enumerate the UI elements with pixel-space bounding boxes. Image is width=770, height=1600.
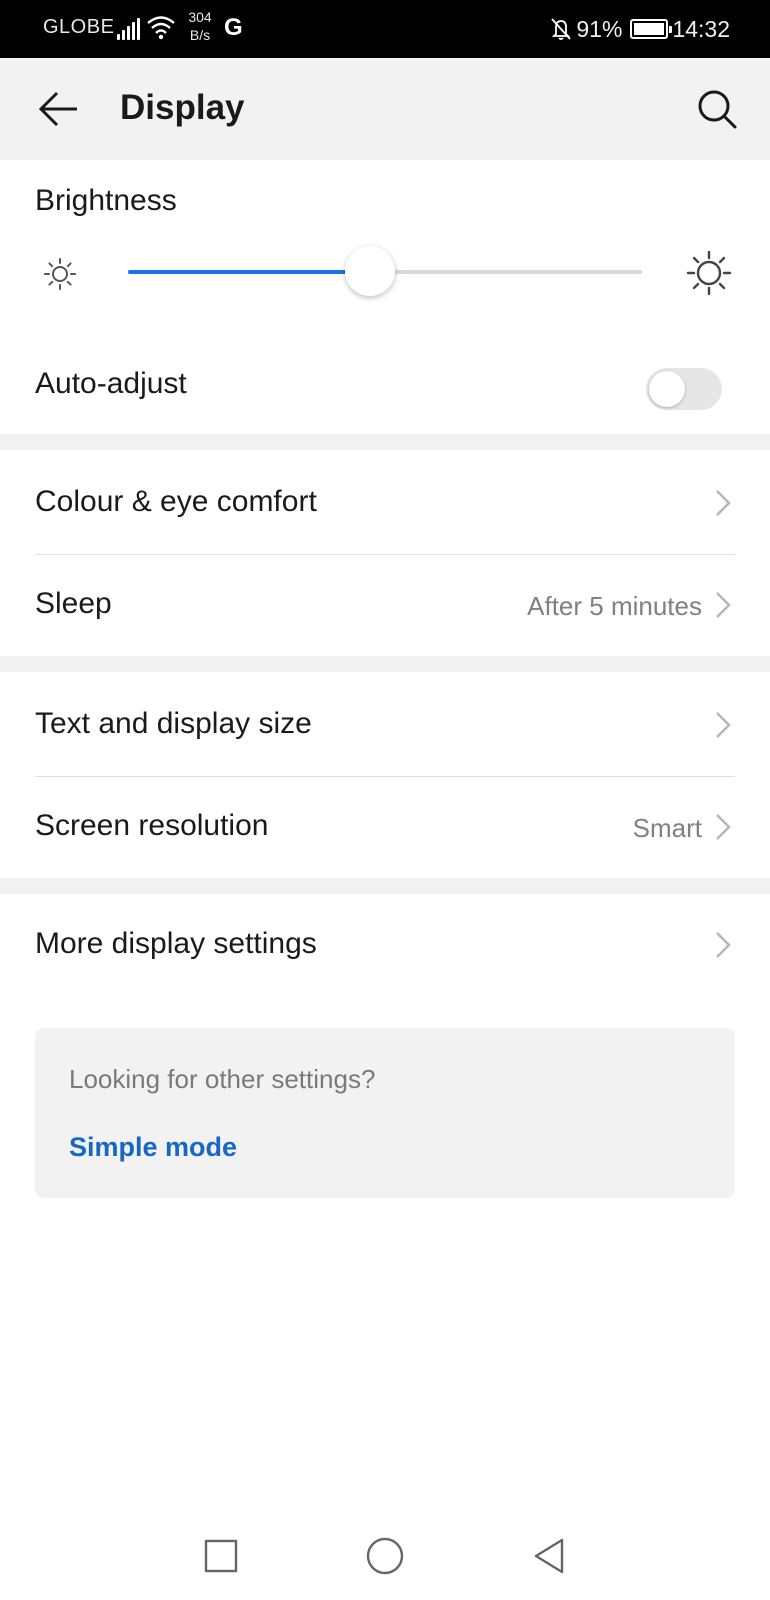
chevron-right-icon: [716, 490, 731, 516]
auto-adjust-row[interactable]: Auto-adjust: [0, 334, 770, 434]
other-settings-hint: Looking for other settings? Simple mode: [35, 1028, 735, 1198]
auto-adjust-toggle-knob: [649, 371, 685, 407]
search-icon: [698, 90, 737, 129]
brightness-slider[interactable]: [128, 246, 642, 296]
more-display-settings-row[interactable]: More display settings: [0, 894, 770, 994]
status-right-group: 91% 14:32: [550, 14, 730, 44]
sleep-label: Sleep: [35, 587, 112, 620]
chevron-right-icon: [716, 592, 731, 618]
chevron-right-icon: [716, 932, 731, 958]
page-title: Display: [120, 88, 245, 127]
brightness-label: Brightness: [35, 184, 177, 217]
recents-button[interactable]: [193, 1528, 249, 1584]
app-bar: Display: [0, 58, 770, 160]
network-type: G: [224, 14, 243, 41]
network-speed: 304 B/s: [184, 8, 216, 44]
auto-adjust-label: Auto-adjust: [35, 367, 187, 400]
more-display-settings-label: More display settings: [35, 927, 317, 960]
home-button[interactable]: [357, 1528, 413, 1584]
sun-small-icon: [44, 258, 76, 290]
sleep-value: After 5 minutes: [527, 591, 702, 621]
back-button[interactable]: [30, 80, 88, 138]
chevron-right-icon: [716, 814, 731, 840]
recents-square-icon: [204, 1539, 238, 1573]
back-triangle-icon: [534, 1538, 564, 1574]
network-speed-value: 304: [188, 9, 212, 25]
system-nav-bar: [0, 1510, 770, 1600]
display-section-2: Text and display size Screen resolution …: [0, 672, 770, 878]
brightness-section: Brightness Auto-adjust: [0, 160, 770, 434]
display-section-3: More display settings: [0, 894, 770, 1510]
auto-adjust-toggle[interactable]: [646, 368, 722, 410]
search-button[interactable]: [688, 80, 746, 138]
clock: 14:32: [672, 15, 730, 42]
carrier-name: GLOBE: [43, 16, 115, 38]
brightness-slider-thumb[interactable]: [344, 246, 395, 296]
colour-eye-comfort-row[interactable]: Colour & eye comfort: [0, 452, 770, 552]
battery-icon: [630, 19, 673, 39]
sleep-row[interactable]: Sleep After 5 minutes: [0, 554, 770, 654]
text-display-size-label: Text and display size: [35, 707, 312, 740]
screen-resolution-row[interactable]: Screen resolution Smart: [0, 776, 770, 876]
status-bar: GLOBE 304 B/s G 91% 14:32: [0, 0, 770, 58]
sun-large-icon: [686, 250, 732, 296]
section-divider: [0, 656, 770, 672]
home-circle-icon: [366, 1537, 404, 1575]
display-section-1: Colour & eye comfort Sleep After 5 minut…: [0, 450, 770, 656]
battery-percent: 91%: [576, 15, 623, 42]
bell-off-icon: [551, 18, 572, 40]
section-divider: [0, 434, 770, 450]
hint-text: Looking for other settings?: [69, 1064, 376, 1094]
network-speed-unit: B/s: [189, 27, 211, 43]
simple-mode-link[interactable]: Simple mode: [69, 1132, 237, 1163]
arrow-left-icon: [38, 91, 77, 127]
text-display-size-row[interactable]: Text and display size: [0, 674, 770, 774]
brightness-slider-fill: [128, 270, 370, 274]
wifi-icon: [147, 16, 175, 40]
screen-resolution-label: Screen resolution: [35, 809, 269, 842]
back-nav-button[interactable]: [521, 1528, 577, 1584]
signal-icon: [117, 18, 141, 40]
colour-eye-comfort-label: Colour & eye comfort: [35, 485, 317, 518]
screen-resolution-value: Smart: [632, 813, 702, 843]
section-divider: [0, 878, 770, 894]
chevron-right-icon: [716, 712, 731, 738]
